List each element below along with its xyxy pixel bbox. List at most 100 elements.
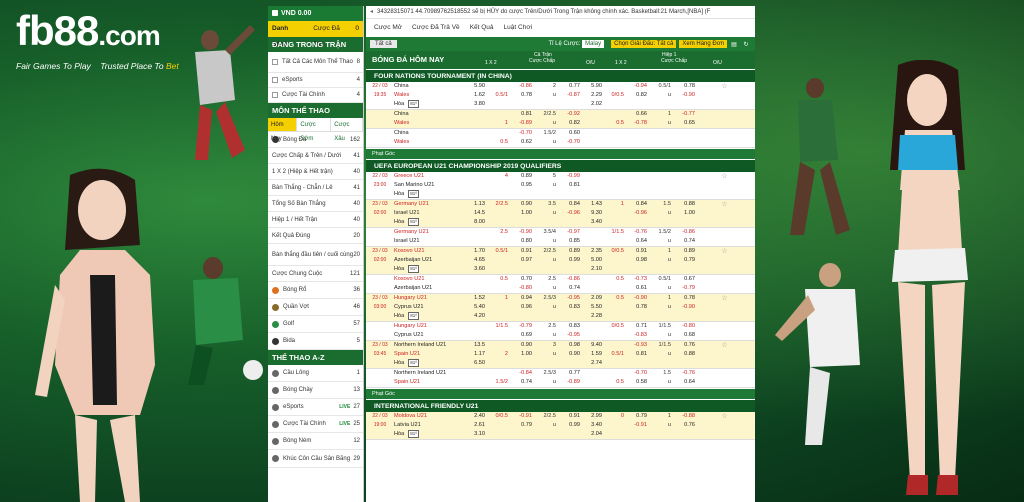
sidebar-sport-item[interactable]: Tổng Số Bàn Thắng 40 (268, 196, 363, 212)
sidebar-live-item[interactable]: Cược Tài Chính 4 (268, 88, 363, 103)
odds-1x2-h1[interactable]: 3.40 (582, 218, 604, 227)
handicap-odds[interactable]: 0.94 (510, 294, 534, 303)
ou-odds[interactable]: -0.89 (558, 378, 582, 387)
ou-odds-h1[interactable] (673, 181, 697, 190)
handicap-odds-h1[interactable]: 0.81 (626, 350, 649, 359)
handicap-odds[interactable]: -0.86 (510, 82, 534, 91)
favorite-star-icon[interactable] (720, 265, 729, 274)
ou-odds[interactable]: -0.95 (558, 331, 582, 340)
ou-odds[interactable]: 0.83 (558, 303, 582, 312)
favorite-star-icon[interactable] (720, 190, 729, 199)
ou-odds-h1[interactable]: 0.79 (673, 256, 697, 265)
ou-odds-h1[interactable]: 0.76 (673, 341, 697, 350)
odds-1x2-h1[interactable]: 2.09 (582, 294, 604, 303)
ou-odds[interactable]: -0.99 (558, 172, 582, 181)
ou-odds-h1[interactable]: -0.86 (673, 228, 697, 237)
handicap-odds-h1[interactable] (626, 100, 649, 109)
tab-cuoc-som[interactable]: Cược Sớm (297, 118, 332, 142)
ou-odds-h1[interactable]: -0.77 (673, 110, 697, 119)
handicap-odds-h1[interactable] (626, 218, 649, 227)
odds-1x2[interactable]: 1.17 (468, 350, 487, 359)
odds-1x2-h1[interactable] (582, 284, 604, 293)
corner-kicks-toggle[interactable]: Phạt Góc (366, 148, 755, 159)
handicap-odds-h1[interactable]: -0.76 (626, 228, 649, 237)
ou-odds[interactable] (558, 190, 582, 199)
handicap-odds-h1[interactable] (626, 190, 649, 199)
favorite-star-icon[interactable]: ☆ (720, 294, 729, 303)
handicap-odds[interactable]: 0.90 (510, 341, 534, 350)
checkbox[interactable] (272, 77, 278, 83)
odds-1x2[interactable] (468, 284, 487, 293)
handicap-odds-h1[interactable]: -0.94 (626, 82, 649, 91)
ou-odds-h1[interactable]: -0.80 (673, 322, 697, 331)
odds-1x2-h1[interactable] (582, 275, 604, 284)
odds-1x2[interactable]: 6.50 (468, 359, 487, 368)
favorite-star-icon[interactable] (720, 209, 729, 218)
ou-odds[interactable]: 0.90 (558, 350, 582, 359)
sidebar-az-item[interactable]: eSports LIVE 27 (268, 399, 363, 416)
sidebar-sport-item[interactable]: Cược Chấp & Trên / Dưới 41 (268, 148, 363, 164)
favorite-star-icon[interactable] (720, 237, 729, 246)
handicap-odds[interactable]: 0.62 (510, 138, 534, 147)
odds-1x2[interactable]: 1.52 (468, 294, 487, 303)
odds-1x2-h1[interactable]: 1.43 (582, 200, 604, 209)
sidebar-az-item[interactable]: Khúc Côn Cầu Sân Băng 29 (268, 450, 363, 468)
ou-odds-h1[interactable] (673, 265, 697, 274)
tv-icon[interactable]: 81⁰ (408, 359, 420, 367)
sidebar-live-item[interactable]: eSports 4 (268, 73, 363, 88)
sidebar-sport-item[interactable]: Bóng Đá 162 (268, 132, 363, 148)
odds-1x2[interactable]: 1.13 (468, 200, 487, 209)
odds-1x2[interactable] (468, 369, 487, 378)
favorite-star-icon[interactable] (720, 359, 729, 368)
handicap-odds[interactable]: -0.70 (510, 129, 534, 138)
ou-odds[interactable] (558, 100, 582, 109)
ou-odds-h1[interactable]: 0.89 (673, 247, 697, 256)
odds-type-selector[interactable]: Tỉ Lệ Cược: Malay (548, 40, 605, 48)
single-view-button[interactable]: Xem Hàng Đơn (679, 40, 727, 48)
ou-odds-h1[interactable]: 0.67 (673, 275, 697, 284)
odds-1x2[interactable] (468, 331, 487, 340)
odds-1x2-h1[interactable]: 5.90 (582, 82, 604, 91)
favorite-star-icon[interactable] (720, 129, 729, 138)
odds-1x2[interactable]: 3.80 (468, 100, 487, 109)
tab-cuoc-mo[interactable]: Cược Mở (374, 19, 402, 37)
ou-odds-h1[interactable]: 0.64 (673, 378, 697, 387)
odds-1x2-h1[interactable] (582, 190, 604, 199)
ou-odds[interactable]: 0.85 (558, 237, 582, 246)
sidebar-az-item[interactable]: Bóng Chày 13 (268, 382, 363, 399)
favorite-star-icon[interactable] (720, 119, 729, 128)
handicap-odds[interactable]: 0.78 (510, 91, 534, 100)
handicap-odds[interactable]: 0.89 (510, 172, 534, 181)
corner-kicks-toggle[interactable]: Phạt Góc (366, 388, 755, 399)
handicap-odds[interactable]: 0.79 (510, 421, 534, 430)
ou-odds-h1[interactable]: -0.90 (673, 303, 697, 312)
handicap-odds[interactable]: 0.69 (510, 331, 534, 340)
league-header[interactable]: INTERNATIONAL FRIENDLY U21 (366, 399, 755, 412)
ou-odds-h1[interactable]: -0.88 (673, 412, 697, 421)
ou-odds-h1[interactable]: 0.88 (673, 200, 697, 209)
tab-hom-nay[interactable]: Hôm Nay (268, 118, 298, 142)
odds-1x2-h1[interactable]: 2.35 (582, 247, 604, 256)
ou-odds[interactable]: 0.77 (558, 369, 582, 378)
favorite-star-icon[interactable] (720, 421, 729, 430)
ou-odds[interactable]: 0.82 (558, 119, 582, 128)
ou-odds-h1[interactable] (673, 138, 697, 147)
odds-1x2-h1[interactable] (582, 369, 604, 378)
handicap-odds-h1[interactable]: 0.71 (626, 322, 649, 331)
odds-1x2-h1[interactable]: 2.02 (582, 100, 604, 109)
ou-odds[interactable] (558, 312, 582, 321)
odds-1x2-h1[interactable] (582, 181, 604, 190)
handicap-odds[interactable]: 0.95 (510, 181, 534, 190)
odds-1x2-h1[interactable]: 1.59 (582, 350, 604, 359)
tv-icon[interactable]: 81⁰ (408, 218, 420, 226)
tab-luat-choi[interactable]: Luật Chơi (504, 19, 532, 37)
handicap-odds-h1[interactable] (626, 138, 649, 147)
tv-icon[interactable]: 81⁰ (408, 100, 420, 108)
handicap-odds[interactable]: 0.74 (510, 378, 534, 387)
odds-1x2[interactable]: 5.40 (468, 303, 487, 312)
ou-odds[interactable] (558, 359, 582, 368)
odds-1x2[interactable] (468, 275, 487, 284)
ou-odds[interactable]: 0.74 (558, 284, 582, 293)
ou-odds[interactable]: 0.84 (558, 200, 582, 209)
handicap-odds[interactable]: -0.84 (510, 369, 534, 378)
